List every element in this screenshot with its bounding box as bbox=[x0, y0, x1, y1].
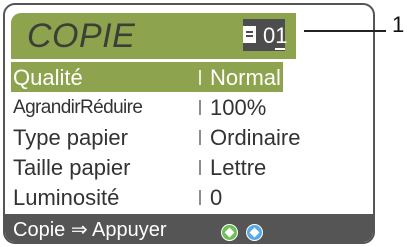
menu-item-label: Type papier bbox=[13, 125, 128, 150]
menu-item-label: Luminosité bbox=[13, 185, 120, 210]
copies-count: 01 bbox=[263, 23, 288, 50]
menu-item-value: Lettre bbox=[210, 155, 267, 180]
menu-item-enlarge-reduce[interactable]: AgrandirRéduire 100% bbox=[11, 92, 371, 122]
callout-leader-line bbox=[304, 30, 386, 32]
copies-indicator: 01 bbox=[243, 19, 288, 51]
start-mono-icon bbox=[221, 224, 238, 241]
document-icon bbox=[243, 26, 256, 43]
value-separator bbox=[199, 130, 201, 145]
start-colour-icon bbox=[246, 224, 263, 241]
menu-item-label: Taille papier bbox=[13, 155, 131, 180]
value-separator bbox=[199, 160, 201, 175]
menu-item-quality[interactable]: Qualité Normal bbox=[11, 62, 283, 92]
mode-title: COPIE bbox=[27, 17, 136, 55]
menu-item-label: AgrandirRéduire bbox=[13, 97, 143, 118]
menu-item-paper-type[interactable]: Type papier Ordinaire bbox=[11, 122, 371, 152]
copy-settings-menu: Qualité Normal AgrandirRéduire 100% Type… bbox=[11, 62, 371, 212]
value-separator bbox=[199, 70, 201, 85]
callout-number: 1 bbox=[392, 12, 405, 37]
menu-item-value: Normal bbox=[210, 65, 281, 90]
menu-item-value: 100% bbox=[210, 95, 267, 120]
status-text: Copie ⇒ Appuyer bbox=[13, 219, 167, 241]
menu-item-label: Qualité bbox=[13, 65, 83, 90]
menu-item-brightness[interactable]: Luminosité 0 bbox=[11, 182, 371, 212]
menu-item-value: Ordinaire bbox=[210, 125, 301, 150]
value-separator bbox=[199, 190, 201, 205]
status-bar: Copie ⇒ Appuyer bbox=[5, 214, 373, 242]
lcd-screen: COPIE 01 Qualité Normal AgrandirRéduire … bbox=[3, 3, 375, 244]
mode-title-bar: COPIE 01 bbox=[11, 13, 296, 59]
menu-item-value: 0 bbox=[210, 185, 223, 210]
menu-item-paper-size[interactable]: Taille papier Lettre bbox=[11, 152, 371, 182]
value-separator bbox=[199, 100, 201, 115]
